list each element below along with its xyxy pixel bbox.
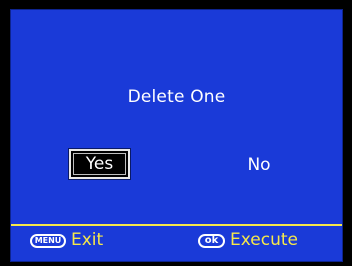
camera-screen: Delete One Yes No MENU Exit ok Execute — [0, 0, 352, 266]
delete-dialog: Delete One Yes No MENU Exit ok Execute — [10, 9, 343, 262]
execute-hint[interactable]: ok Execute — [198, 232, 298, 249]
yes-label: Yes — [85, 153, 114, 174]
menu-key-icon: MENU — [30, 233, 66, 248]
dialog-title: Delete One — [127, 87, 226, 107]
exit-label: Exit — [71, 230, 104, 250]
yes-button[interactable]: Yes — [69, 149, 130, 179]
yes-button-inner: Yes — [73, 153, 126, 175]
no-label: No — [247, 155, 271, 175]
no-button[interactable]: No — [229, 153, 289, 177]
ok-key-icon: ok — [198, 233, 225, 248]
footer-bar: MENU Exit ok Execute — [11, 230, 342, 258]
footer-divider — [11, 224, 342, 226]
execute-label: Execute — [230, 230, 298, 250]
exit-hint[interactable]: MENU Exit — [30, 232, 103, 249]
